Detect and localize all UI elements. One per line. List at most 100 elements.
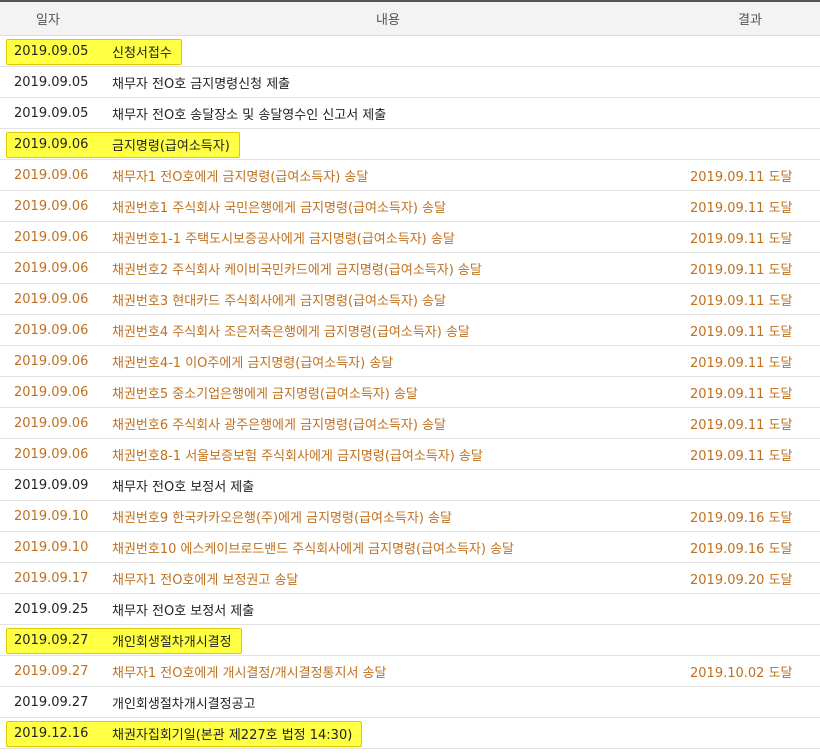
row-date: 2019.09.06 <box>0 199 100 214</box>
row-date: 2019.09.10 <box>0 509 100 524</box>
row-date-text: 2019.09.27 <box>14 632 89 648</box>
row-date: 2019.09.17 <box>0 571 100 586</box>
row-content: 채무자1 전O호에게 금지명령(급여소득자) 송달 <box>100 166 690 185</box>
row-content: 개인회생절차개시결정 <box>100 631 690 650</box>
row-content: 채권번호4-1 이O주에게 금지명령(급여소득자) 송달 <box>100 352 690 371</box>
table-header: 일자 내용 결과 <box>0 2 820 36</box>
row-date: 2019.09.06 <box>0 323 100 338</box>
table-row: 2019.12.16 채권자집회기일(본관 제227호 법정 14:30) <box>0 718 820 749</box>
row-date: 2019.09.06 <box>0 168 100 183</box>
row-content-text: 채권번호5 중소기업은행에게 금지명령(급여소득자) 송달 <box>112 386 418 402</box>
row-content-text: 채무자 전O호 보정서 제출 <box>112 479 255 495</box>
row-result: 2019.09.11 도달 <box>690 324 793 340</box>
row-content: 채권번호8-1 서울보증보험 주식회사에게 금지명령(급여소득자) 송달 <box>100 445 690 464</box>
row-date: 2019.09.05 <box>0 75 100 90</box>
header-result: 결과 <box>738 13 762 28</box>
row-date: 2019.09.06 <box>0 137 100 152</box>
table-row: 2019.09.06 채권번호6 주식회사 광주은행에게 금지명령(급여소득자) … <box>0 408 820 439</box>
table-row: 2019.09.05 신청서접수 <box>0 36 820 67</box>
row-content: 채무자1 전O호에게 보정권고 송달 <box>100 569 690 588</box>
row-result: 2019.09.11 도달 <box>690 417 793 433</box>
row-content-text: 채권번호9 한국카카오은행(주)에게 금지명령(급여소득자) 송달 <box>112 510 452 526</box>
row-content-text: 채무자 전O호 보정서 제출 <box>112 603 255 619</box>
row-content-text: 채권번호3 현대카드 주식회사에게 금지명령(급여소득자) 송달 <box>112 293 446 309</box>
row-content: 채무자 전O호 송달장소 및 송달영수인 신고서 제출 <box>100 104 690 123</box>
table-row: 2019.09.09 채무자 전O호 보정서 제출 <box>0 470 820 501</box>
row-content: 채권번호10 에스케이브로드밴드 주식회사에게 금지명령(급여소득자) 송달 <box>100 538 690 557</box>
row-date: 2019.09.06 <box>0 230 100 245</box>
row-content: 채무자1 전O호에게 개시결정/개시결정통지서 송달 <box>100 662 690 681</box>
row-content: 채권번호4 주식회사 조은저축은행에게 금지명령(급여소득자) 송달 <box>100 321 690 340</box>
row-content-text: 채무자 전O호 금지명령신청 제출 <box>112 76 291 92</box>
row-date: 2019.09.10 <box>0 540 100 555</box>
row-date-text: 2019.09.06 <box>14 291 89 307</box>
row-date: 2019.09.05 <box>0 106 100 121</box>
row-date-text: 2019.09.06 <box>14 322 89 338</box>
table-row: 2019.09.06 채권번호3 현대카드 주식회사에게 금지명령(급여소득자) … <box>0 284 820 315</box>
row-content-text: 채권자집회기일(본관 제227호 법정 14:30) <box>112 727 353 743</box>
header-content: 내용 <box>376 13 400 28</box>
row-result: 2019.09.16 도달 <box>690 510 793 526</box>
row-content: 채무자 전O호 보정서 제출 <box>100 600 690 619</box>
row-content-text: 채권번호1-1 주택도시보증공사에게 금지명령(급여소득자) 송달 <box>112 231 455 247</box>
case-progress-table: 일자 내용 결과 2019.09.05 신청서접수 2019.09.05 채무자 전O… <box>0 0 820 749</box>
row-date-text: 2019.09.25 <box>14 601 89 617</box>
row-result: 2019.09.11 도달 <box>690 448 793 464</box>
row-result: 2019.09.11 도달 <box>690 386 793 402</box>
table-row: 2019.09.06 채권번호2 주식회사 케이비국민카드에게 금지명령(급여소득… <box>0 253 820 284</box>
row-content: 금지명령(급여소득자) <box>100 135 690 154</box>
row-date: 2019.09.06 <box>0 261 100 276</box>
table-body: 2019.09.05 신청서접수 2019.09.05 채무자 전O호 금지명령신청 … <box>0 36 820 749</box>
row-date: 2019.09.06 <box>0 447 100 462</box>
row-content: 채권번호1 주식회사 국민은행에게 금지명령(급여소득자) 송달 <box>100 197 690 216</box>
row-content-text: 채무자1 전O호에게 개시결정/개시결정통지서 송달 <box>112 665 387 681</box>
row-result: 2019.09.20 도달 <box>690 572 793 588</box>
row-date: 2019.09.09 <box>0 478 100 493</box>
row-content: 채무자 전O호 보정서 제출 <box>100 476 690 495</box>
row-result: 2019.09.11 도달 <box>690 200 793 216</box>
row-date-text: 2019.09.27 <box>14 663 89 679</box>
row-date: 2019.09.06 <box>0 354 100 369</box>
row-content-text: 채무자1 전O호에게 금지명령(급여소득자) 송달 <box>112 169 369 185</box>
row-date: 2019.09.06 <box>0 292 100 307</box>
row-content-text: 채권번호8-1 서울보증보험 주식회사에게 금지명령(급여소득자) 송달 <box>112 448 483 464</box>
row-result: 2019.09.11 도달 <box>690 169 793 185</box>
table-row: 2019.09.06 채권번호1-1 주택도시보증공사에게 금지명령(급여소득자)… <box>0 222 820 253</box>
row-date: 2019.09.27 <box>0 664 100 679</box>
table-row: 2019.09.06 채권번호4-1 이O주에게 금지명령(급여소득자) 송달 20… <box>0 346 820 377</box>
row-date-text: 2019.09.06 <box>14 260 89 276</box>
row-content-text: 신청서접수 <box>112 45 172 61</box>
table-row: 2019.09.06 금지명령(급여소득자) <box>0 129 820 160</box>
table-row: 2019.09.17 채무자1 전O호에게 보정권고 송달 2019.09.20 도… <box>0 563 820 594</box>
row-date: 2019.12.16 <box>0 726 100 741</box>
table-row: 2019.09.06 채권번호4 주식회사 조은저축은행에게 금지명령(급여소득자… <box>0 315 820 346</box>
row-date-text: 2019.09.05 <box>14 105 89 121</box>
table-row: 2019.09.10 채권번호10 에스케이브로드밴드 주식회사에게 금지명령(급… <box>0 532 820 563</box>
table-row: 2019.09.27 채무자1 전O호에게 개시결정/개시결정통지서 송달 2019… <box>0 656 820 687</box>
row-result: 2019.09.11 도달 <box>690 355 793 371</box>
table-row: 2019.09.25 채무자 전O호 보정서 제출 <box>0 594 820 625</box>
table-row: 2019.09.05 채무자 전O호 송달장소 및 송달영수인 신고서 제출 <box>0 98 820 129</box>
table-row: 2019.09.27 개인회생절차개시결정공고 <box>0 687 820 718</box>
table-row: 2019.09.06 채권번호1 주식회사 국민은행에게 금지명령(급여소득자) … <box>0 191 820 222</box>
row-date-text: 2019.09.06 <box>14 353 89 369</box>
row-content-text: 개인회생절차개시결정공고 <box>112 696 256 712</box>
row-date: 2019.09.06 <box>0 385 100 400</box>
row-result: 2019.09.16 도달 <box>690 541 793 557</box>
row-result: 2019.10.02 도달 <box>690 665 793 681</box>
table-row: 2019.09.27 개인회생절차개시결정 <box>0 625 820 656</box>
row-content: 개인회생절차개시결정공고 <box>100 693 690 712</box>
row-content: 채권번호2 주식회사 케이비국민카드에게 금지명령(급여소득자) 송달 <box>100 259 690 278</box>
row-date-text: 2019.12.16 <box>14 725 89 741</box>
row-date-text: 2019.09.17 <box>14 570 89 586</box>
row-content: 신청서접수 <box>100 42 690 61</box>
row-content: 채권번호9 한국카카오은행(주)에게 금지명령(급여소득자) 송달 <box>100 507 690 526</box>
row-date-text: 2019.09.05 <box>14 74 89 90</box>
row-content-text: 채권번호2 주식회사 케이비국민카드에게 금지명령(급여소득자) 송달 <box>112 262 482 278</box>
row-date-text: 2019.09.06 <box>14 229 89 245</box>
row-date: 2019.09.27 <box>0 695 100 710</box>
row-content: 채권번호3 현대카드 주식회사에게 금지명령(급여소득자) 송달 <box>100 290 690 309</box>
table-row: 2019.09.05 채무자 전O호 금지명령신청 제출 <box>0 67 820 98</box>
row-date-text: 2019.09.06 <box>14 198 89 214</box>
row-content-text: 채무자1 전O호에게 보정권고 송달 <box>112 572 299 588</box>
